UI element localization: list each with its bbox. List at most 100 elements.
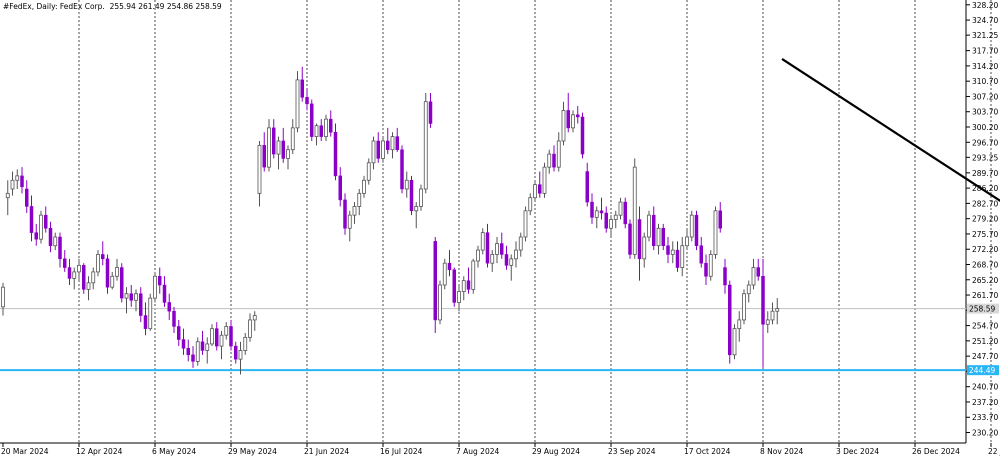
bullish-candle-body bbox=[352, 206, 357, 216]
bearish-candle-body bbox=[628, 223, 632, 255]
price-axis: 328.20 324.70 321.25 317.70 314.20 310.70 307.… bbox=[965, 0, 998, 443]
price-chart[interactable]: 328.20 324.70 321.25 317.70 314.20 310.70 307.… bbox=[0, 0, 1000, 457]
candle bbox=[229, 319, 233, 351]
bullish-candle-body bbox=[148, 297, 153, 330]
bearish-candle-body bbox=[215, 328, 219, 347]
bullish-candle-body bbox=[72, 271, 77, 279]
bullish-candle-body bbox=[618, 201, 623, 216]
vertical-grid bbox=[78, 0, 992, 443]
candle bbox=[547, 149, 552, 174]
bearish-candle-body bbox=[623, 201, 627, 225]
bullish-candle-body bbox=[713, 210, 718, 255]
candle bbox=[329, 110, 333, 137]
candle bbox=[134, 289, 138, 312]
current-price-badge-text: 258.59 bbox=[969, 305, 995, 314]
candle bbox=[319, 119, 323, 141]
bullish-candle-body bbox=[775, 308, 780, 312]
candle bbox=[324, 114, 328, 141]
trend-lines[interactable] bbox=[781, 57, 1000, 334]
candle bbox=[77, 258, 81, 281]
bearish-candle-body bbox=[129, 293, 133, 301]
candle bbox=[181, 328, 186, 355]
bullish-candle-body bbox=[490, 254, 495, 264]
time-tick-label: 16 Jul 2024 bbox=[380, 447, 423, 456]
candle bbox=[53, 232, 58, 251]
bearish-candle-body bbox=[105, 258, 110, 288]
bullish-candle-body bbox=[5, 192, 10, 199]
resistance-trendline bbox=[781, 57, 1000, 203]
bullish-candle-body bbox=[252, 315, 257, 321]
bearish-candle-body bbox=[604, 212, 608, 229]
candle bbox=[219, 330, 224, 360]
bearish-candle-body bbox=[172, 310, 176, 327]
candle bbox=[234, 341, 238, 364]
bullish-candle-body bbox=[267, 127, 271, 168]
bearish-candle-body bbox=[305, 97, 309, 105]
bullish-candle-body bbox=[110, 275, 115, 288]
bearish-candle-body bbox=[20, 175, 24, 188]
candle bbox=[452, 267, 456, 307]
candle bbox=[86, 276, 91, 301]
bullish-candle-body bbox=[438, 284, 442, 321]
bullish-candle-body bbox=[556, 140, 561, 168]
candle bbox=[366, 158, 371, 185]
candle bbox=[300, 66, 304, 102]
bullish-candle-body bbox=[642, 236, 647, 260]
candle bbox=[761, 258, 765, 368]
candle bbox=[404, 171, 409, 198]
bullish-candle-body bbox=[509, 258, 514, 266]
bearish-candle-body bbox=[300, 79, 304, 98]
candle bbox=[480, 228, 485, 255]
candle bbox=[357, 188, 362, 216]
candle bbox=[419, 184, 423, 211]
candle bbox=[91, 267, 96, 290]
candle bbox=[352, 202, 357, 224]
price-tick-label: 289.70 bbox=[972, 169, 998, 178]
bullish-candle-body bbox=[404, 179, 409, 190]
bearish-candle-body bbox=[120, 267, 124, 299]
price-tick-label: 237.20 bbox=[972, 398, 998, 407]
bearish-candle-body bbox=[310, 103, 314, 137]
bearish-candle-body bbox=[756, 267, 760, 277]
bearish-candle-body bbox=[177, 326, 181, 340]
bullish-candle-body bbox=[390, 136, 395, 151]
candle bbox=[381, 136, 385, 163]
bearish-candle-body bbox=[44, 214, 48, 229]
candle bbox=[538, 171, 542, 198]
time-tick-label: 29 Aug 2024 bbox=[532, 447, 580, 456]
bullish-candle-body bbox=[276, 140, 281, 155]
candle bbox=[310, 99, 314, 141]
candle bbox=[272, 119, 276, 159]
time-tick-label: 12 Apr 2024 bbox=[76, 447, 123, 456]
bearish-candle-body bbox=[139, 293, 143, 316]
candle bbox=[670, 241, 675, 264]
candle bbox=[576, 106, 580, 124]
bullish-candle-body bbox=[357, 192, 362, 207]
candle bbox=[343, 193, 347, 235]
candle bbox=[708, 250, 713, 281]
candle bbox=[699, 236, 703, 268]
candle bbox=[704, 254, 708, 286]
candle bbox=[689, 210, 694, 242]
candle bbox=[594, 206, 599, 229]
time-tick-label: 20 Mar 2024 bbox=[1, 447, 49, 456]
candle bbox=[433, 236, 437, 334]
bearish-candle-body bbox=[599, 210, 604, 214]
candle bbox=[153, 271, 157, 303]
bearish-candle-body bbox=[329, 118, 333, 133]
price-tick-label: 300.20 bbox=[972, 123, 998, 132]
candle bbox=[400, 145, 404, 194]
candle bbox=[191, 346, 195, 368]
bearish-candle-body bbox=[158, 276, 162, 286]
bullish-candle-body bbox=[680, 245, 685, 268]
bullish-candle-body bbox=[347, 214, 352, 229]
candle bbox=[656, 223, 661, 255]
candle bbox=[29, 195, 34, 242]
candle bbox=[25, 180, 29, 213]
bullish-candle-body bbox=[96, 254, 100, 273]
time-tick-label: 29 May 2024 bbox=[228, 447, 277, 456]
candle bbox=[518, 232, 523, 257]
bullish-candle-body bbox=[732, 328, 737, 356]
bullish-candle-body bbox=[547, 153, 552, 168]
bearish-candle-body bbox=[466, 280, 471, 290]
